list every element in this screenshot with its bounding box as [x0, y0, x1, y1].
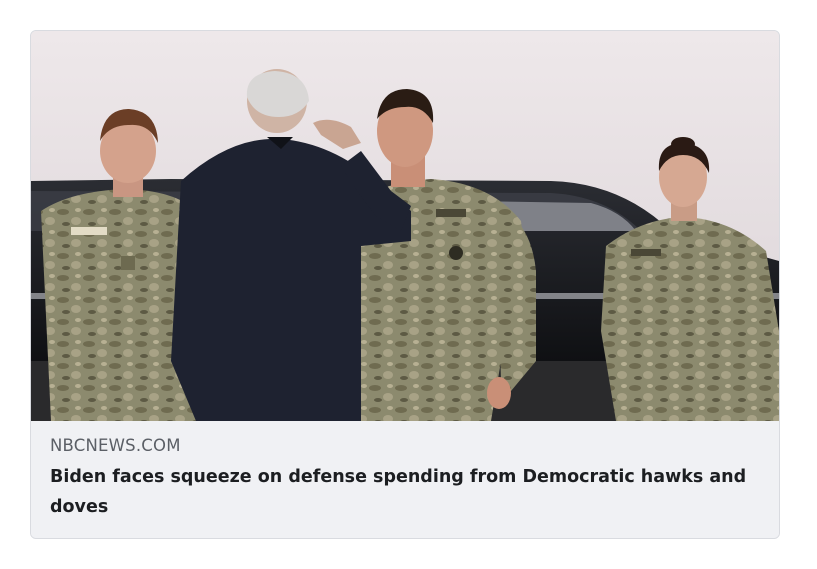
link-preview-card[interactable]: NBCNEWS.COM Biden faces squeeze on defen…: [30, 30, 780, 539]
source-domain: NBCNEWS.COM: [50, 436, 181, 455]
link-preview-text: NBCNEWS.COM Biden faces squeeze on defen…: [31, 421, 779, 538]
article-headline[interactable]: Biden faces squeeze on defense spending …: [50, 462, 750, 522]
news-thumbnail-image[interactable]: [31, 31, 779, 421]
